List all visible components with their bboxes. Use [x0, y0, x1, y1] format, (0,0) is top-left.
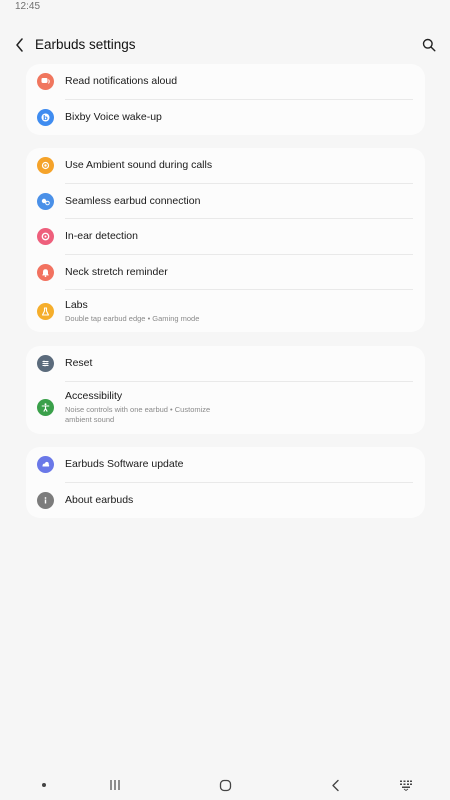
dot-icon — [42, 783, 46, 787]
read-notifications-aloud-item[interactable]: Read notifications aloud — [26, 64, 425, 100]
item-summary: Noise controls with one earbud • Customi… — [65, 405, 211, 424]
svg-text:b: b — [43, 114, 48, 122]
bixby-voice-wake-up-item[interactable]: b Bixby Voice wake-up — [26, 100, 425, 136]
status-time: 12:45 — [15, 1, 41, 12]
software-update-icon — [37, 456, 54, 474]
in-ear-detection-item[interactable]: In-ear detection — [26, 219, 425, 255]
bixby-icon: b — [37, 108, 54, 126]
bell-icon — [37, 263, 54, 281]
keyboard-icon — [400, 780, 412, 791]
item-label: Neck stretch reminder — [65, 265, 168, 278]
accessibility-item[interactable]: Accessibility Noise controls with one ea… — [26, 382, 425, 434]
earbuds-software-update-item[interactable]: Earbuds Software update — [26, 447, 425, 483]
item-label: Seamless earbud connection — [65, 194, 201, 207]
search-button[interactable] — [419, 35, 439, 55]
item-label: Bixby Voice wake-up — [65, 110, 162, 123]
keyboard-button[interactable] — [397, 777, 415, 793]
labs-item[interactable]: Labs Double tap earbud edge • Gaming mod… — [26, 290, 425, 332]
item-label: Reset — [65, 357, 93, 370]
item-label: Earbuds Software update — [65, 458, 184, 471]
seamless-earbud-connection-item[interactable]: Seamless earbud connection — [26, 184, 425, 219]
in-ear-detection-icon — [37, 228, 54, 246]
back-button[interactable] — [10, 35, 30, 55]
settings-card-about: Earbuds Software update About earbuds — [26, 447, 425, 518]
item-label: Accessibility — [65, 390, 123, 402]
neck-stretch-reminder-item[interactable]: Neck stretch reminder — [26, 255, 425, 290]
about-earbuds-item[interactable]: About earbuds — [26, 483, 425, 519]
page-title: Earbuds settings — [35, 37, 136, 52]
info-icon — [37, 491, 54, 509]
recent-apps-icon — [110, 780, 120, 790]
item-label: About earbuds — [65, 493, 134, 506]
item-label: Use Ambient sound during calls — [65, 159, 213, 172]
app-bar: Earbuds settings — [0, 30, 450, 60]
nav-dot-button[interactable] — [35, 777, 53, 793]
recent-apps-button[interactable] — [106, 777, 124, 793]
settings-card-notifications: Read notifications aloud b Bixby Voice w… — [26, 64, 425, 135]
status-bar: 12:45 — [0, 0, 450, 16]
labs-flask-icon — [37, 302, 54, 320]
navigation-bar — [0, 770, 450, 800]
ambient-sound-calls-item[interactable]: Use Ambient sound during calls — [26, 148, 425, 184]
settings-card-features: Use Ambient sound during calls Seamless … — [26, 148, 425, 332]
settings-card-general: Reset Accessibility Noise controls with … — [26, 346, 425, 434]
back-icon — [331, 779, 339, 791]
notification-speech-icon — [37, 73, 54, 91]
item-label: Read notifications aloud — [65, 75, 178, 88]
accessibility-icon — [37, 399, 54, 416]
home-icon — [219, 779, 231, 791]
home-button[interactable] — [216, 777, 234, 793]
reset-item[interactable]: Reset — [26, 346, 425, 382]
reset-sliders-icon — [37, 355, 54, 373]
item-label: Labs — [65, 298, 88, 311]
item-summary: Double tap earbud edge • Gaming mode — [65, 313, 200, 323]
nav-back-button[interactable] — [326, 777, 344, 793]
earbud-connection-icon — [37, 192, 54, 210]
back-arrow-icon — [16, 38, 23, 52]
ambient-sound-icon — [37, 157, 54, 175]
item-label: In-ear detection — [65, 230, 138, 243]
search-icon — [422, 38, 436, 52]
